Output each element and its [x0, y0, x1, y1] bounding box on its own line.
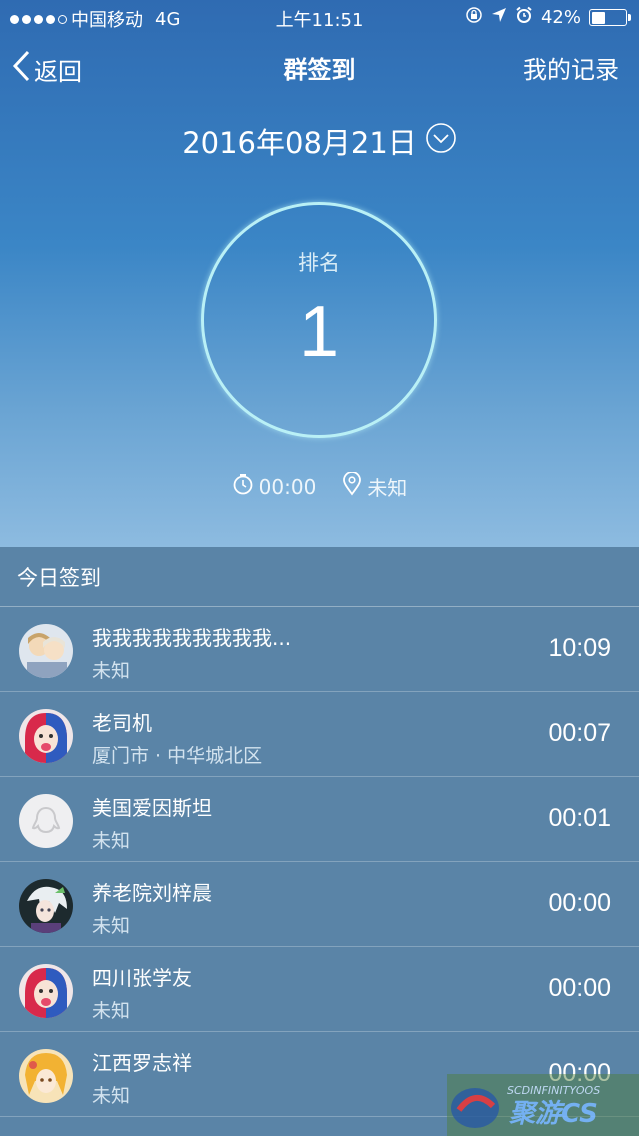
svg-text:SCDINFINITYOOS: SCDINFINITYOOS: [507, 1084, 600, 1097]
battery-percent: 42%: [540, 7, 581, 28]
rotation-lock-icon: [465, 6, 483, 29]
location-arrow-icon: [491, 7, 507, 28]
member-name: 我我我我我我我我我...: [92, 626, 292, 650]
battery-icon: [589, 9, 631, 26]
checkin-meta: 00:00 未知: [0, 471, 639, 501]
member-location: 未知: [92, 915, 131, 937]
section-header: 今日签到: [0, 547, 639, 607]
status-bar: 中国移动 4G 上午11:51 42%: [0, 0, 639, 34]
list-item[interactable]: 我我我我我我我我我... 未知 10:09: [0, 607, 639, 692]
avatar: [19, 1049, 73, 1103]
avatar: [19, 964, 73, 1018]
rank-circle: 排名 1: [201, 202, 437, 438]
stopwatch-icon: [232, 473, 254, 500]
location-pin-icon: [342, 471, 362, 501]
member-location: 未知: [92, 830, 131, 852]
avatar: [19, 879, 73, 933]
member-name: 美国爱因斯坦: [92, 796, 212, 820]
rank-label: 排名: [298, 251, 340, 275]
svg-text:聚游CS: 聚游CS: [508, 1099, 598, 1129]
member-name: 江西罗志祥: [92, 1051, 192, 1075]
watermark-logo: SCDINFINITYOOS 聚游CS: [447, 1070, 639, 1136]
member-location: 未知: [92, 1085, 131, 1107]
checkin-time: 00:07: [548, 719, 611, 747]
navigation-bar: 返回 群签到 我的记录: [0, 36, 639, 96]
member-location: 厦门市 · 中华城北区: [92, 745, 263, 767]
checkin-time: 00:00: [548, 974, 611, 1002]
section-title: 今日签到: [17, 565, 101, 590]
member-location: 未知: [92, 660, 131, 682]
checkin-time: 00:00: [258, 474, 317, 499]
member-name: 四川张学友: [92, 966, 192, 990]
chevron-down-icon[interactable]: [425, 122, 457, 161]
my-records-button[interactable]: 我的记录: [523, 50, 619, 85]
list-item[interactable]: 美国爱因斯坦 未知 00:01: [0, 777, 639, 862]
avatar: [19, 709, 73, 763]
member-name: 老司机: [92, 711, 152, 735]
avatar: [19, 624, 73, 678]
checkin-time: 00:01: [548, 804, 611, 832]
checkin-location: 未知: [367, 476, 408, 500]
list-item[interactable]: 老司机 厦门市 · 中华城北区 00:07: [0, 692, 639, 777]
list-item[interactable]: 四川张学友 未知 00:00: [0, 947, 639, 1032]
member-name: 养老院刘梓晨: [92, 881, 212, 905]
checkin-time: 10:09: [548, 634, 611, 662]
member-location: 未知: [92, 1000, 131, 1022]
date-label: 2016年08月21日: [182, 126, 417, 160]
checkin-time: 00:00: [548, 889, 611, 917]
default-avatar-icon: [19, 794, 73, 848]
date-selector[interactable]: 2016年08月21日: [0, 120, 639, 162]
alarm-icon: [515, 6, 533, 29]
list-item[interactable]: 养老院刘梓晨 未知 00:00: [0, 862, 639, 947]
today-checkin-list: 今日签到 我我我我我我我我我... 未知 10:09 老司机 厦门市 · 中华城…: [0, 547, 639, 1136]
rank-value: 1: [298, 292, 340, 372]
